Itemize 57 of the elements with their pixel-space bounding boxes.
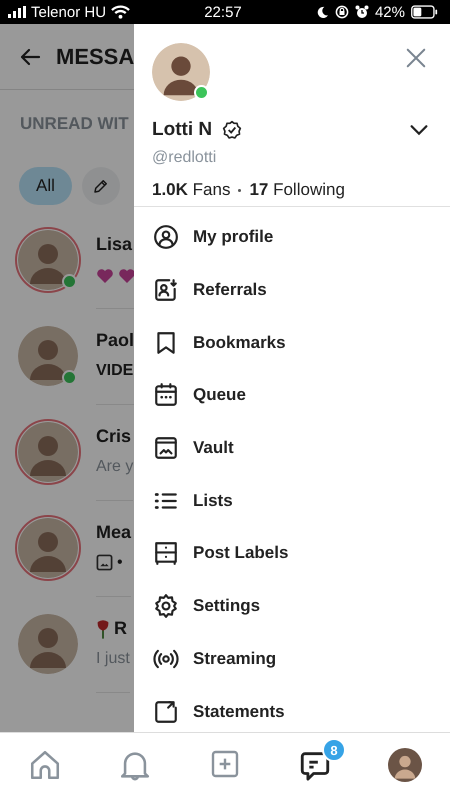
user-card-icon: [153, 277, 179, 304]
image-icon: [96, 554, 113, 571]
chat-name: Cris: [96, 426, 132, 447]
image-icon: [153, 435, 179, 462]
menu-item[interactable]: Streaming: [134, 632, 450, 686]
edit-button[interactable]: [82, 167, 120, 205]
chat-name: Mea: [96, 522, 132, 543]
chat-name: Paol: [96, 330, 134, 351]
menu-item[interactable]: Lists: [134, 474, 450, 528]
filter-chip[interactable]: All: [19, 167, 72, 205]
menu-item[interactable]: Referrals: [134, 264, 450, 316]
avatar[interactable]: [18, 422, 78, 482]
chat-name: Lisa: [96, 234, 132, 255]
unread-count-badge: 8: [322, 738, 346, 762]
avatar[interactable]: [18, 518, 78, 578]
user-circle-icon: [153, 224, 179, 250]
rotation-lock-icon: [334, 5, 349, 19]
avatar[interactable]: [152, 43, 210, 101]
moon-icon: [316, 6, 329, 18]
message-preview: VIDE: [96, 362, 134, 380]
menu-item[interactable]: Post Labels: [134, 527, 450, 580]
message-preview: I just: [96, 650, 130, 668]
menu-item[interactable]: My profile: [134, 211, 450, 264]
section-heading: UNREAD WIT: [19, 113, 130, 135]
following-count[interactable]: 17 Following: [249, 180, 345, 200]
avatar[interactable]: [18, 230, 78, 290]
document-icon: [153, 698, 179, 725]
close-icon[interactable]: [405, 47, 427, 69]
message-preview: Are y: [96, 458, 134, 476]
home-icon[interactable]: [28, 748, 62, 782]
wifi-icon: [111, 5, 130, 19]
profile-name: Lotti N: [152, 119, 212, 141]
avatar[interactable]: [18, 326, 78, 386]
battery-percent: 42%: [374, 4, 405, 20]
fans-count[interactable]: 1.0K Fans: [152, 180, 230, 200]
signal-icon: [8, 6, 26, 18]
clock-time: 22:57: [204, 4, 242, 20]
battery-icon: [410, 5, 438, 19]
chat-name: R: [114, 618, 127, 639]
avatar[interactable]: [18, 614, 78, 674]
avatar[interactable]: [388, 748, 422, 782]
profile-handle: @redlotti: [152, 149, 218, 167]
page-title: MESSA: [56, 44, 134, 70]
add-post-icon[interactable]: [209, 748, 241, 780]
menu-item[interactable]: Settings: [134, 580, 450, 632]
carrier-name: Telenor HU: [31, 4, 106, 20]
alarm-icon: [354, 5, 369, 19]
menu-item[interactable]: Queue: [134, 369, 450, 422]
message-preview: •: [117, 554, 123, 572]
drawer-cabinet-icon: [153, 540, 179, 566]
calendar-icon: [153, 382, 179, 408]
menu-item[interactable]: Statements: [134, 685, 450, 732]
menu-item[interactable]: Bookmarks: [134, 316, 450, 370]
settings-icon: [153, 593, 179, 620]
menu-item[interactable]: Vault: [134, 422, 450, 474]
rose-icon: [96, 618, 110, 638]
pencil-icon: [92, 177, 110, 195]
